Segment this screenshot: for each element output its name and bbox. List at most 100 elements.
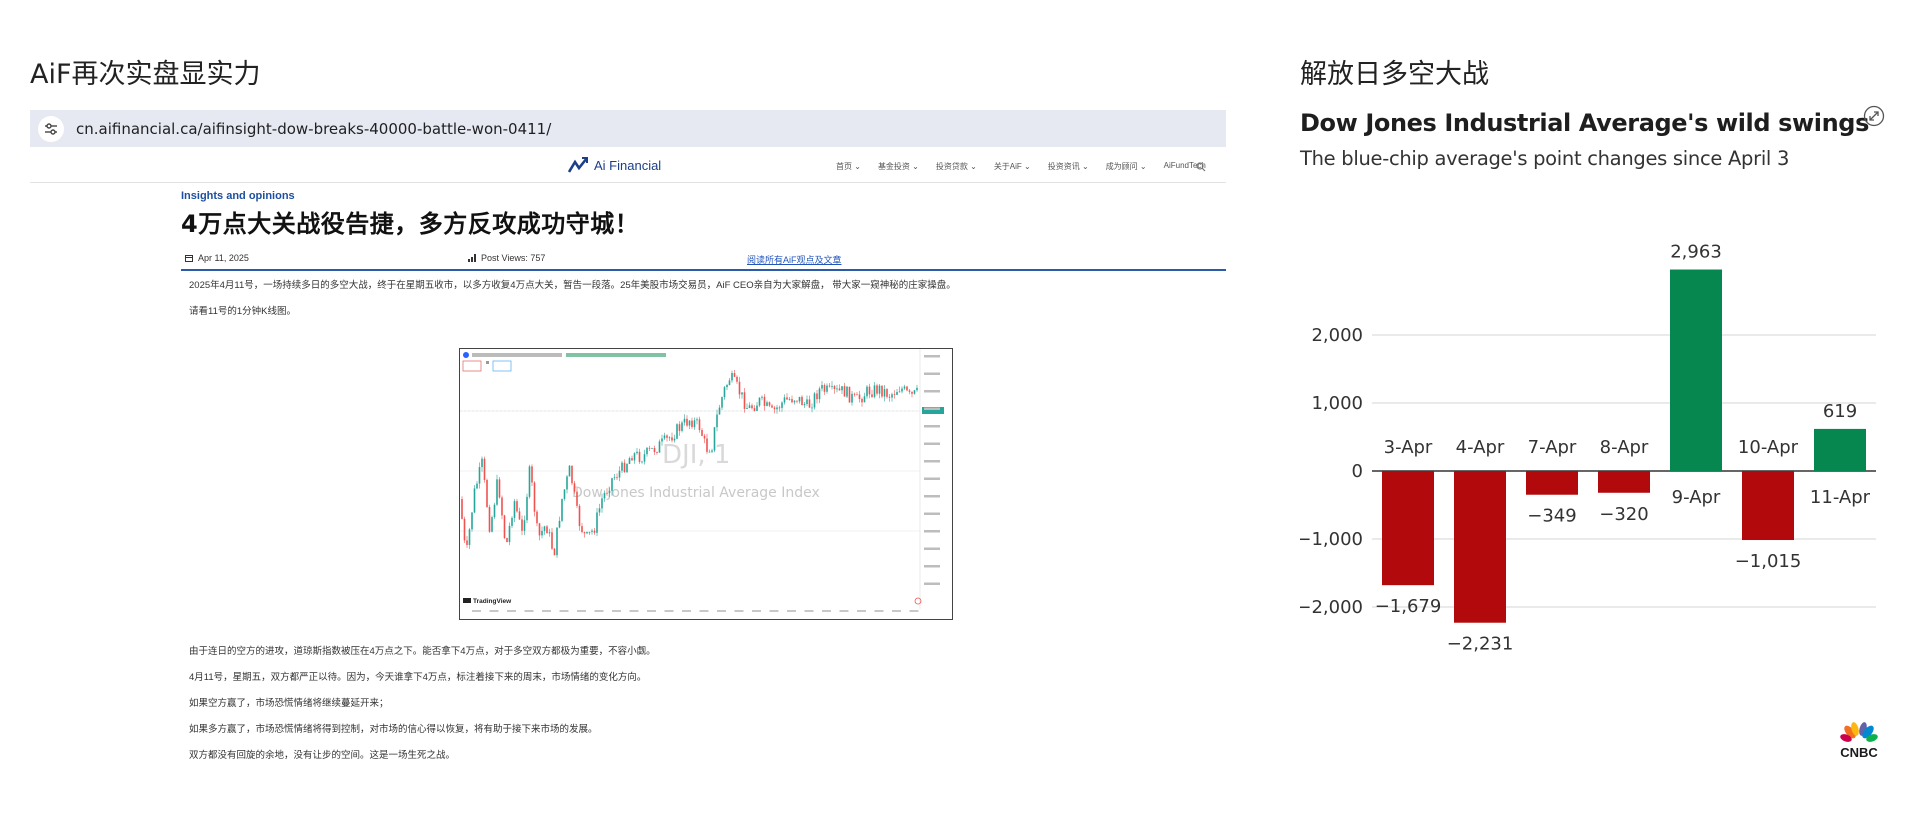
candle-body [693,420,696,428]
candle-body [593,530,596,533]
time-tick-label [594,610,604,612]
time-tick-label [822,610,831,612]
candle-body [603,492,606,499]
candle-body [691,420,693,428]
candle-body [786,397,788,400]
candle-body [701,430,703,436]
candle-body [703,435,706,439]
time-tick-label [804,610,814,612]
body-paragraph-5: 双方都没有回旋的余地，没有让步的空间。这是一场生死之战。 [189,750,456,761]
expand-icon[interactable] [1863,105,1885,132]
candle-body [911,391,913,394]
bar-chart-icon [468,254,476,262]
time-tick-label [839,610,849,612]
candle-body [781,402,783,408]
candle-body [873,385,876,397]
embedded-candlestick-chart: DJI, 1 Dow Jones Industrial Average Inde… [459,348,953,620]
candle-body [576,491,578,506]
nav-item-loans[interactable]: 投资贷款 ⌄ [936,161,977,172]
candle-body [478,467,481,484]
candle-body [798,396,801,402]
candle-body [818,388,821,400]
candle-body [841,386,843,391]
url-text[interactable]: cn.aifinancial.ca/aifinsight-dow-breaks-… [76,120,551,138]
candle-body [538,523,541,536]
candle-body [731,373,733,381]
candle-body [566,476,568,490]
candle-body [803,404,806,406]
value-label: −1,015 [1735,551,1802,572]
article-category[interactable]: Insights and opinions [181,190,1226,202]
candle-body [666,435,668,438]
time-tick-label [857,610,866,612]
candle-body [596,512,598,533]
bar-11-Apr [1814,428,1866,471]
header-legend [462,352,666,372]
bar-4-Apr [1454,471,1506,623]
candle-body [471,512,473,530]
candle-body [848,386,851,403]
candle-body [598,508,601,513]
time-tick-label [892,610,901,612]
nav-item-advisor[interactable]: 成为顾问 ⌄ [1106,161,1147,172]
candle-body [738,381,741,395]
meta-date: Apr 11, 2025 [185,253,249,263]
chart-subtitle: The blue-chip average's point changes si… [1300,147,1790,170]
time-tick-label [647,610,656,612]
candle-body [791,399,793,403]
nav-item-home[interactable]: 首页 ⌄ [836,161,861,172]
candle-body [916,387,918,391]
search-icon[interactable] [1196,159,1206,177]
price-tick-label [924,477,940,480]
site-logo[interactable]: Ai Financial [568,156,661,174]
candle-body [826,385,828,392]
time-tick-label [559,610,569,612]
nav-item-about[interactable]: 关于AiF ⌄ [994,161,1031,172]
candle-body [908,390,911,392]
y-tick-label: −2,000 [1300,597,1363,618]
candle-body [816,393,818,400]
candle-body [778,407,781,409]
candle-body [806,399,808,405]
candle-body [513,501,516,518]
candle-body [563,489,566,499]
nav-item-insights[interactable]: 投资资讯 ⌄ [1048,161,1089,172]
candle-body [906,386,908,391]
address-bar[interactable]: cn.aifinancial.ca/aifinsight-dow-breaks-… [30,110,1226,147]
candle-body [686,418,688,426]
candle-body [616,477,618,479]
candle-body [583,532,586,534]
right-panel-title: 解放日多空大战 [1300,59,1489,90]
y-tick-label: 0 [1352,461,1363,482]
candle-body [661,438,663,442]
candle-body [671,437,673,441]
candle-body [553,548,556,556]
time-tick-label [769,610,779,612]
candle-body [843,386,846,397]
candle-body [663,435,666,439]
candle-body [636,451,638,454]
candle-body [623,462,626,473]
candle-body [648,447,651,449]
candle-body [658,441,661,453]
candle-body [723,387,726,398]
candle-body [748,405,751,408]
see-chart-paragraph: 请看11号的1分钟K线图。 [189,306,296,317]
candle-body [573,483,576,492]
candle-body [768,402,771,406]
candle-body [836,388,838,390]
body-paragraph-4: 如果多方赢了，市场恐慌情绪将得到控制，对市场的信心得以恢复，将有助于接下来市场的… [189,724,598,735]
candle-body [556,527,558,556]
tradingview-logo: TradingView [463,598,512,605]
candle-body [641,461,643,463]
nav-item-funds[interactable]: 基金投资 ⌄ [878,161,919,172]
time-tick-label [612,610,621,612]
candle-body [631,458,633,461]
price-tick-label [924,495,940,498]
site-settings-icon[interactable] [38,115,64,142]
all-articles-link[interactable]: 阅读所有AiF观点及文章 [747,253,842,266]
price-tick-label [924,460,940,463]
candle-body [608,490,611,494]
price-tick-label [924,512,940,515]
article-meta: Apr 11, 2025 Post Views: 757 阅读所有AiF观点及文… [181,251,1226,271]
